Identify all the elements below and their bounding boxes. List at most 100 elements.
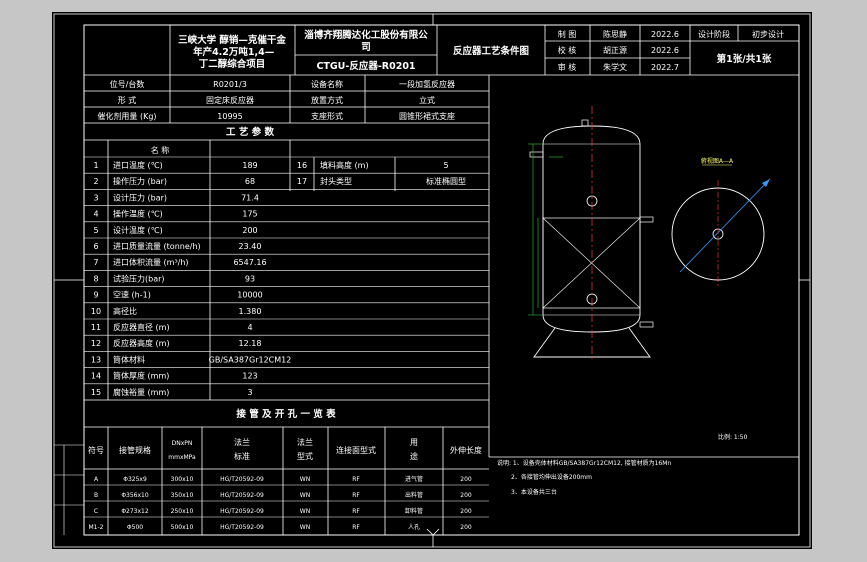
- param-name: 设计压力 (bar): [113, 192, 167, 202]
- nozzle-cell: 250x10: [171, 508, 194, 515]
- scale-label: 比例: 1:50: [718, 433, 748, 441]
- process-params-heading: 工 艺 参 数: [226, 126, 274, 138]
- nozzle-cell: WN: [300, 476, 310, 483]
- section-view-label: 俯视图A—A: [701, 157, 734, 165]
- param-value: 4: [247, 323, 252, 332]
- param-name: 进口质量流量 (tonne/h): [113, 241, 201, 251]
- param-number: 15: [91, 388, 101, 397]
- nozzle-header-cell: 用: [410, 438, 418, 447]
- param-name: 反应器直径 (m): [113, 322, 170, 332]
- param-number: 16: [297, 161, 307, 170]
- nozzle-header-cell: 外伸长度: [450, 445, 482, 455]
- nozzle-cell: WN: [300, 524, 310, 531]
- equipment-info-value: 立式: [419, 95, 435, 105]
- drawing-title: 反应器工艺条件图: [453, 45, 529, 57]
- nozzle-cell: RF: [352, 524, 360, 531]
- nozzle-cell: HG/T20592-09: [220, 492, 264, 499]
- nozzle-cell: 200: [460, 508, 472, 515]
- nozzle-cell: 人孔: [408, 523, 420, 531]
- role-name: 朱学文: [603, 62, 627, 72]
- nozzle-cell: RF: [352, 492, 360, 499]
- param-number: 1: [93, 161, 98, 170]
- param-number: 10: [91, 307, 101, 316]
- equipment-info-value: R0201/3: [213, 80, 247, 89]
- nozzle-cell: 500x10: [171, 524, 194, 531]
- role-name: 胡正源: [603, 45, 627, 55]
- param-number: 9: [93, 291, 98, 300]
- param-name: 进口温度 (℃): [113, 160, 163, 170]
- role-date: 2022.7: [651, 63, 679, 72]
- param-name: 封头类型: [320, 176, 352, 186]
- drawing-number: CTGU-反应器-R0201: [316, 60, 415, 72]
- nozzle-cell: HG/T20592-09: [220, 524, 264, 531]
- equipment-info-value: 圆锥形裙式支座: [399, 111, 455, 121]
- param-name: 高径比: [113, 306, 137, 316]
- nozzle-cell: 200: [460, 524, 472, 531]
- param-number: 8: [93, 274, 98, 283]
- nozzle-header-cell: 连接面型式: [336, 445, 376, 455]
- param-number: 17: [297, 177, 307, 186]
- param-number: 4: [93, 210, 98, 219]
- param-name: 腐蚀裕量 (mm): [113, 387, 169, 397]
- design-stage-value: 初步设计: [752, 29, 784, 39]
- equipment-info-label: 催化剂用量 (Kg): [97, 111, 156, 121]
- param-name: 操作压力 (bar): [113, 176, 167, 186]
- nozzle-cell: HG/T20592-09: [220, 476, 264, 483]
- param-value: 71.4: [241, 193, 259, 202]
- nozzle-header-cell: 途: [410, 451, 418, 461]
- nozzle-cell: RF: [352, 476, 360, 483]
- role-date: 2022.6: [651, 30, 679, 39]
- param-value: 68: [245, 177, 255, 186]
- param-name: 反应器高度 (m): [113, 338, 170, 348]
- param-value: 5: [443, 161, 448, 170]
- param-value: 3: [247, 388, 252, 397]
- cad-drawing-canvas: 三峡大学 醇销—克催干金 年产4.2万吨1,4—丁二醇综合项目 淄博齐翔腾达化工…: [0, 0, 867, 562]
- role-label: 制 图: [558, 29, 577, 39]
- param-name: 设计温度 (℃): [113, 225, 163, 235]
- param-name: 筒体厚度 (mm): [113, 371, 169, 381]
- role-date: 2022.6: [651, 46, 679, 55]
- param-value: 175: [242, 210, 257, 219]
- sheet-info: 第1张/共1张: [717, 53, 772, 65]
- param-number: 2: [93, 177, 98, 186]
- param-name: 操作温度 (℃): [113, 209, 163, 219]
- param-value: 123: [242, 372, 257, 381]
- nozzle-header-cell: 型式: [297, 451, 313, 461]
- param-name: 试验压力(bar): [113, 273, 165, 283]
- equipment-info-label: 设备名称: [311, 79, 343, 89]
- nozzle-cell: 350x10: [171, 492, 194, 499]
- param-value: GB/SA387Gr12CM12: [209, 355, 292, 364]
- param-number: 5: [93, 226, 98, 235]
- equipment-info-value: 一段加氢反应器: [399, 79, 455, 89]
- param-name: 进口体积流量 (m³/h): [113, 257, 189, 267]
- param-name: 填料高度 (m): [320, 160, 369, 170]
- equipment-info-label: 支座形式: [311, 111, 343, 121]
- param-number: 11: [91, 323, 101, 332]
- equipment-info-value: 固定床反应器: [206, 95, 254, 105]
- param-number: 12: [91, 339, 101, 348]
- nozzle-cell: HG/T20592-09: [220, 508, 264, 515]
- nozzle-cell: 200: [460, 492, 472, 499]
- nozzle-cell: 进气管: [405, 475, 423, 483]
- param-number: 6: [93, 242, 98, 251]
- param-value: 23.40: [239, 242, 262, 251]
- param-name: 筒体材料: [113, 354, 145, 364]
- nozzle-table-heading: 接 管 及 开 孔 一 览 表: [236, 408, 336, 420]
- nozzle-cell: WN: [300, 508, 310, 515]
- param-number: 7: [93, 258, 98, 267]
- equipment-info-label: 位号/台数: [110, 79, 145, 89]
- nozzle-cell: Φ273x12: [121, 508, 149, 515]
- equipment-info-label: 形 式: [118, 95, 137, 105]
- nozzle-cell: Φ500: [127, 524, 143, 531]
- roles-table: 制 图 陈思静 2022.6 校 核 胡正源 2022.6 审 核 朱学文 20…: [558, 29, 679, 72]
- nozzle-cell: Φ325x9: [123, 476, 147, 483]
- design-stage-label: 设计阶段: [698, 29, 730, 39]
- nozzle-header-cell: 接管规格: [119, 445, 151, 455]
- param-number: 14: [91, 372, 101, 381]
- param-number: 13: [91, 355, 101, 364]
- nozzle-cell: M1-2: [89, 524, 104, 531]
- nozzle-cell: 卸料管: [405, 507, 423, 515]
- role-name: 陈思静: [603, 29, 627, 39]
- drawing-paper: [52, 12, 812, 549]
- param-value: 189: [242, 161, 257, 170]
